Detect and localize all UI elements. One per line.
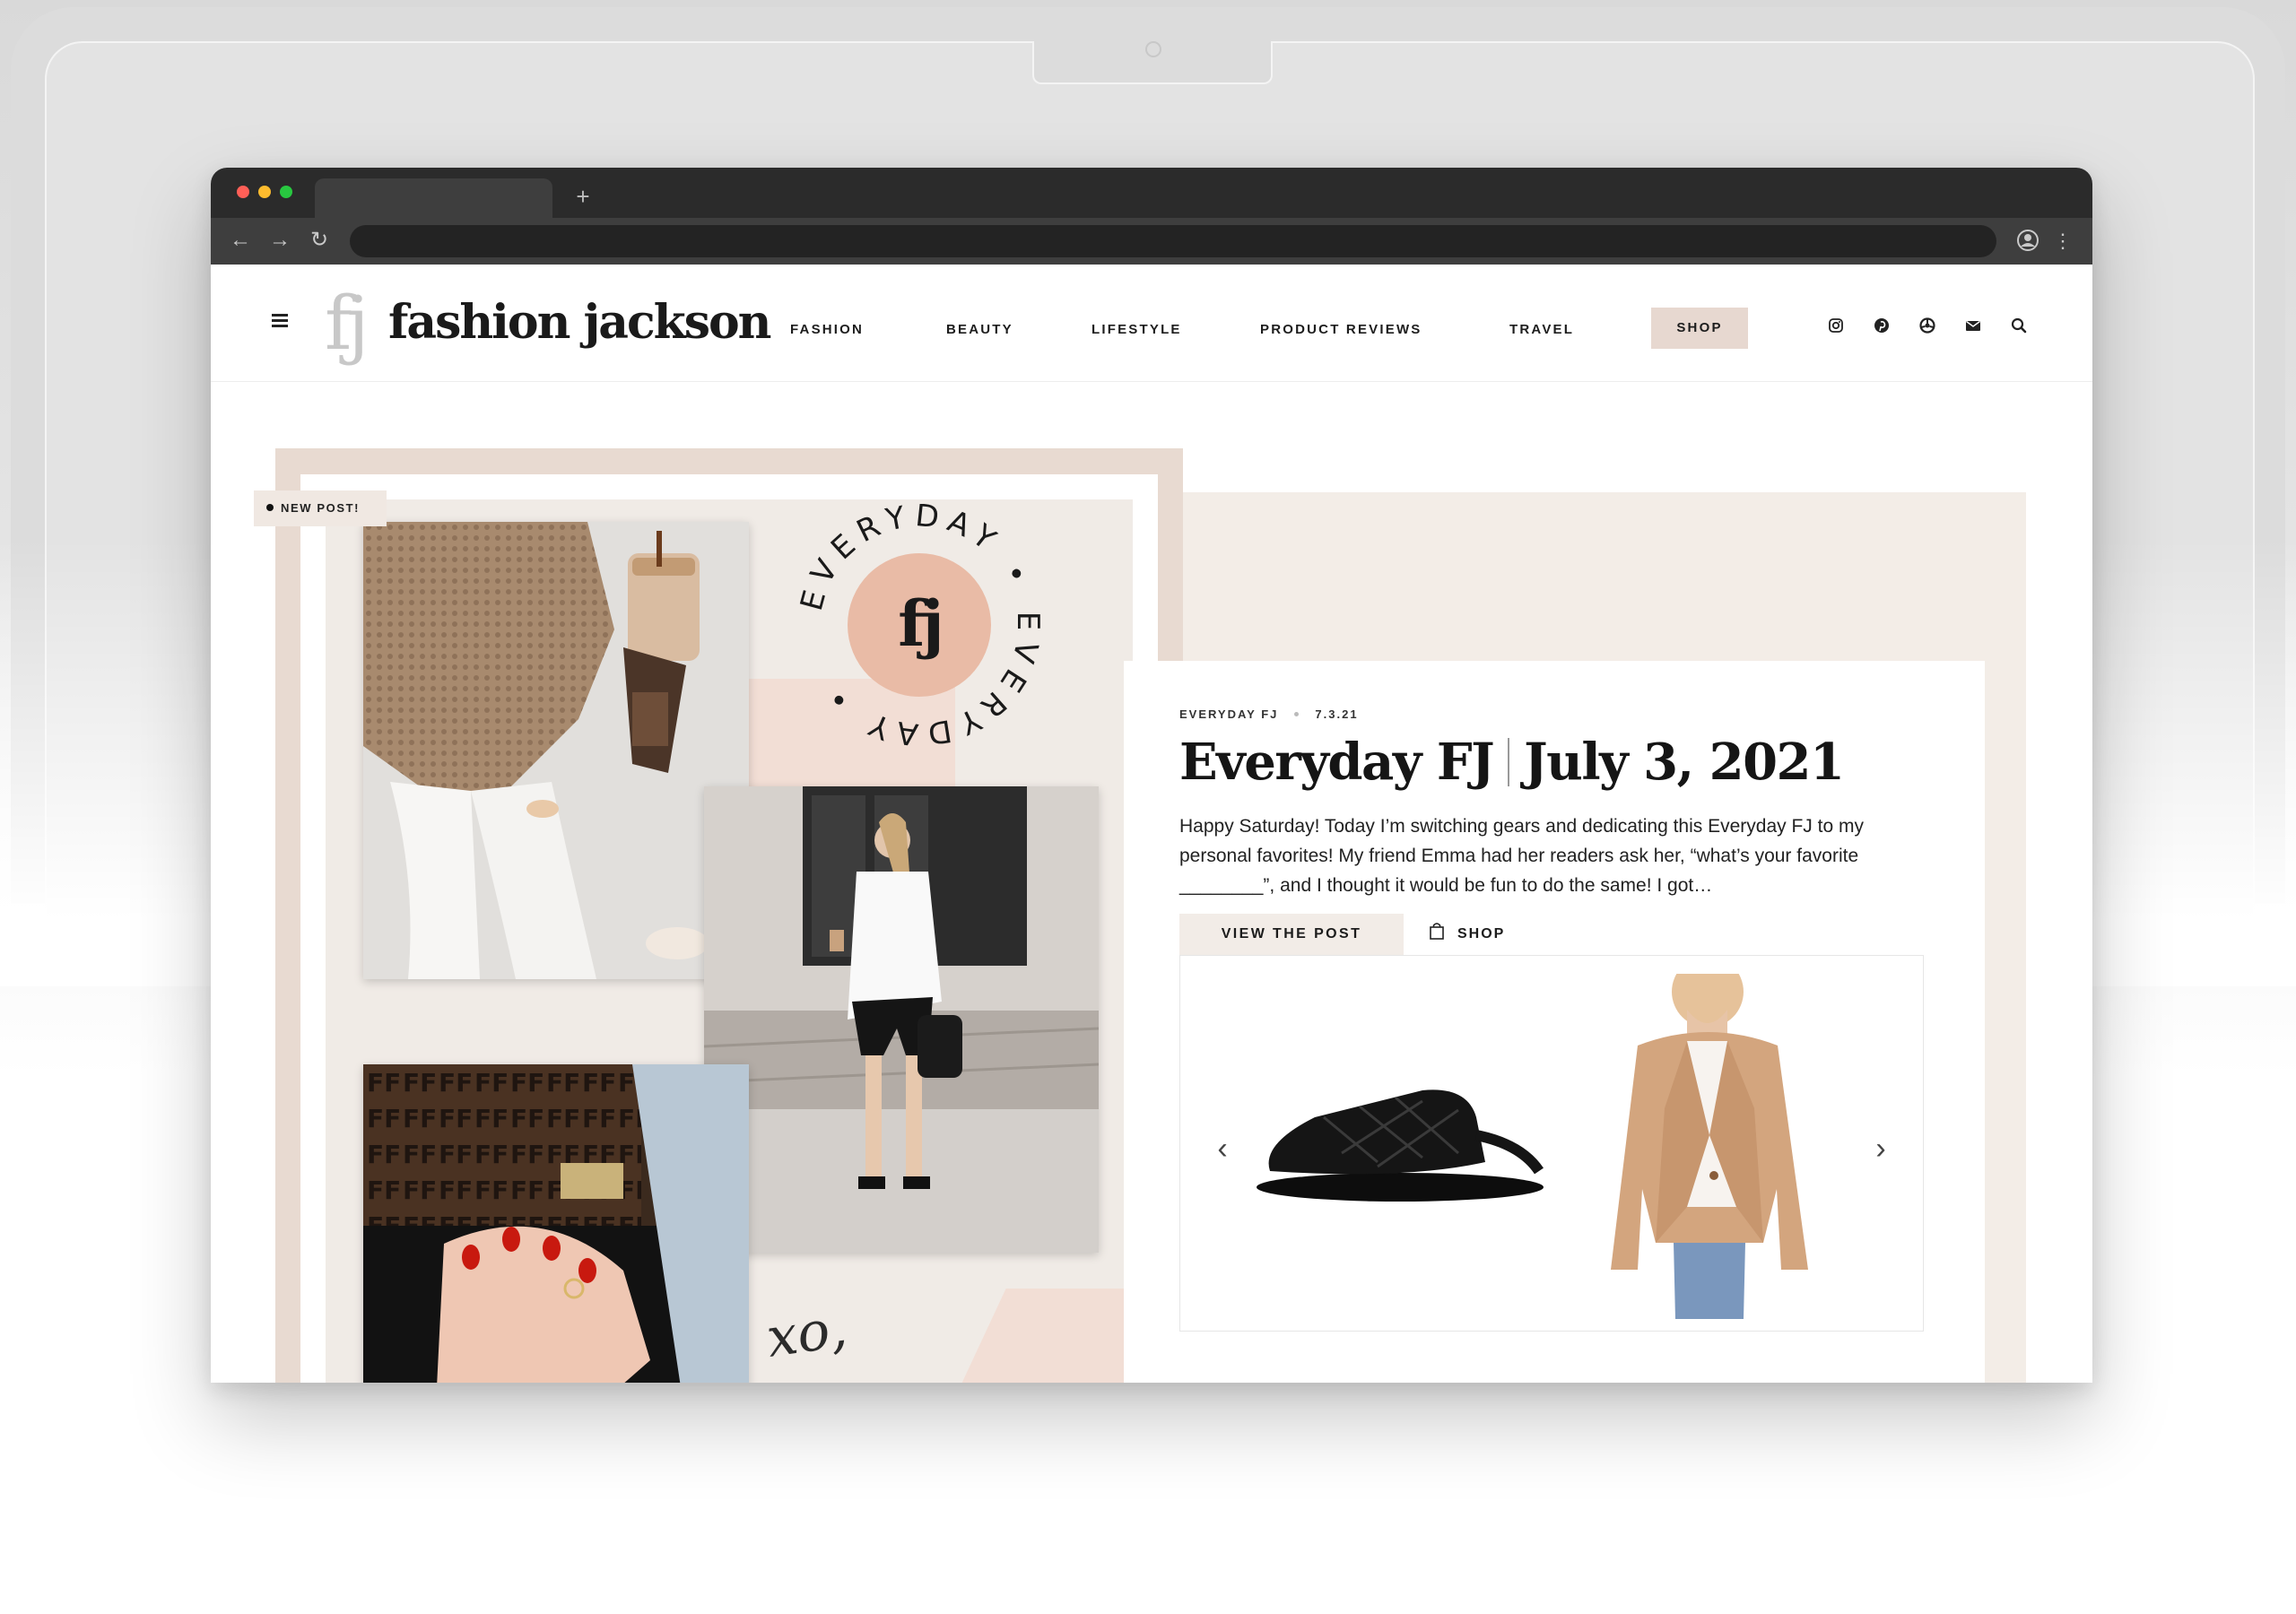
nav-product-reviews[interactable]: PRODUCT REVIEWS	[1260, 322, 1422, 337]
close-window-button[interactable]	[237, 186, 249, 198]
product-sandal[interactable]	[1243, 1081, 1548, 1216]
view-the-post-button[interactable]: VIEW THE POST	[1179, 914, 1404, 955]
carousel-next-arrow[interactable]: ›	[1867, 1132, 1894, 1167]
reload-icon[interactable]: ↻	[304, 225, 335, 256]
product-carousel: ‹ ›	[1179, 955, 1924, 1332]
pinterest-icon[interactable]	[1873, 317, 1891, 334]
back-arrow-icon[interactable]: ←	[225, 225, 256, 256]
instagram-icon[interactable]	[1827, 317, 1845, 334]
post-meta: EVERYDAY FJ 7.3.21	[1179, 707, 1359, 721]
email-icon[interactable]	[1964, 317, 1982, 334]
post-title-right: July 3, 2021	[1524, 733, 1845, 792]
camera-icon	[1145, 41, 1161, 57]
nav-lifestyle[interactable]: LIFESTYLE	[1091, 322, 1182, 337]
new-tab-button[interactable]: +	[570, 178, 596, 214]
shop-tab-label: SHOP	[1457, 926, 1506, 941]
browser-toolbar: ← → ↻ ⋮	[211, 218, 2092, 265]
post-title-left: Everyday FJ	[1179, 733, 1495, 792]
post-date: 7.3.21	[1315, 707, 1359, 721]
profile-icon[interactable]	[2016, 229, 2039, 252]
carousel-prev-arrow[interactable]: ‹	[1209, 1132, 1236, 1167]
search-icon[interactable]	[2010, 317, 2028, 334]
outfit-photo-white-shirt[interactable]	[704, 786, 1099, 1253]
browser-tab[interactable]	[315, 178, 552, 218]
hamburger-menu-icon[interactable]	[272, 314, 288, 327]
maximize-window-button[interactable]	[280, 186, 292, 198]
outfit-photo-bag-detail[interactable]: FF	[363, 1064, 749, 1383]
forward-arrow-icon[interactable]: →	[265, 225, 295, 256]
new-post-badge: NEW POST!	[254, 490, 387, 526]
site-logo[interactable]: fashion jackson	[388, 291, 771, 354]
nav-beauty[interactable]: BEAUTY	[946, 322, 1013, 337]
post-excerpt: Happy Saturday! Today I’m switching gear…	[1179, 816, 1864, 896]
post-title[interactable]: Everyday FJ July 3, 2021	[1179, 733, 1845, 792]
nav-fashion[interactable]: FASHION	[790, 322, 864, 337]
product-blazer[interactable]	[1602, 974, 1817, 1323]
shop-tab-button[interactable]: SHOP	[1429, 914, 1505, 955]
svg-text:fj: fj	[898, 586, 940, 661]
logo-mark[interactable]: fj	[325, 284, 370, 365]
browser-menu-icon[interactable]: ⋮	[2053, 227, 2073, 256]
tab-strip: +	[211, 168, 2092, 218]
nav-shop-button[interactable]: SHOP	[1651, 308, 1748, 349]
nav-travel[interactable]: TRAVEL	[1509, 322, 1574, 337]
featured-post-card: EVERYDAY FJ 7.3.21 Everyday FJ July 3, 202…	[1124, 661, 1985, 1383]
post-category[interactable]: EVERYDAY FJ	[1179, 707, 1278, 721]
shopping-bag-icon	[1430, 923, 1444, 940]
signature: xo,	[762, 1297, 851, 1370]
outfit-photo-knit-top[interactable]	[363, 522, 749, 979]
badge-label: NEW POST!	[281, 501, 361, 515]
site-header: fj fashion jackson FASHION BEAUTY LIFEST…	[211, 265, 2092, 382]
minimize-window-button[interactable]	[258, 186, 271, 198]
address-bar[interactable]	[350, 225, 1996, 257]
browser-window: + ← → ↻ ⋮ fj fashion jackson FASHION BEA…	[211, 168, 2092, 1383]
everyday-fj-seal: EVERYDAY • EVERYDAY • fj	[798, 504, 1038, 746]
liketoknowit-icon[interactable]	[1918, 317, 1936, 334]
